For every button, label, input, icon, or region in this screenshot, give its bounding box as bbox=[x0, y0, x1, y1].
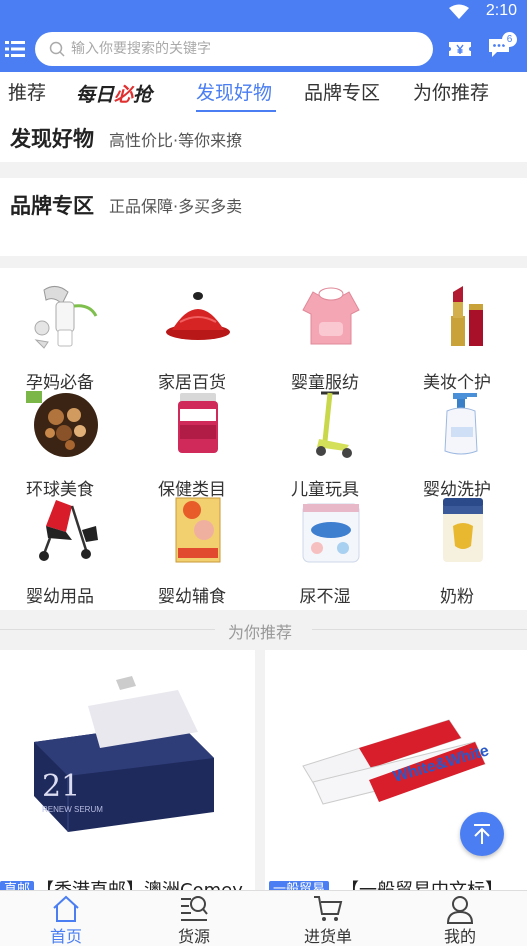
category-item[interactable]: 环球美食 bbox=[0, 389, 132, 500]
home-icon bbox=[53, 895, 79, 922]
recommend-heading: 为你推荐 bbox=[227, 623, 292, 642]
wifi-icon bbox=[449, 4, 469, 19]
nav-cart-label: 进货单 bbox=[303, 927, 352, 946]
category-item[interactable]: 孕妈必备 bbox=[0, 282, 132, 393]
product-title: 【香港直邮】澳洲Comey bbox=[36, 876, 243, 890]
divider-line-right bbox=[312, 629, 527, 630]
bottom-nav: 首页 货源 进货单 我的 bbox=[0, 890, 527, 946]
tab-discover[interactable]: 发现好物 bbox=[196, 78, 272, 105]
category-label: 婴幼用品 bbox=[26, 587, 94, 607]
cart-icon bbox=[314, 896, 343, 921]
diaper-pack-icon bbox=[302, 503, 360, 563]
brand-subtitle: 正品保障·多买多卖 bbox=[109, 197, 243, 216]
coupon-icon[interactable] bbox=[448, 40, 472, 58]
search-row: 6 bbox=[0, 31, 527, 67]
channel-tabs: 推荐 每日必抢 发现好物 品牌专区 为你推荐 bbox=[0, 72, 527, 112]
product-title: 【一般贸易中文标】 bbox=[341, 876, 503, 890]
category-label: 尿不湿 bbox=[299, 587, 351, 607]
nav-profile[interactable]: 我的 bbox=[394, 891, 526, 946]
message-count-badge: 6 bbox=[502, 32, 517, 47]
category-label: 婴幼辅食 bbox=[158, 587, 226, 607]
category-item[interactable]: 尿不湿 bbox=[265, 496, 397, 607]
search-icon bbox=[49, 41, 65, 57]
baby-bib-icon bbox=[302, 287, 360, 345]
category-grid: 孕妈必备 家居百货 婴童服纺 美妆个护 环球美食 保健类目 儿童玩具 婴幼洗护 … bbox=[0, 268, 527, 610]
tab-daily-deals-part1: 每日 bbox=[76, 84, 115, 106]
search-list-icon bbox=[181, 896, 208, 921]
nav-home[interactable]: 首页 bbox=[0, 891, 132, 946]
tab-recommend[interactable]: 推荐 bbox=[8, 78, 46, 105]
discover-section[interactable]: 发现好物 高性价比·等你来撩 bbox=[0, 112, 527, 162]
tab-for-you[interactable]: 为你推荐 bbox=[413, 78, 489, 105]
category-label: 奶粉 bbox=[440, 587, 474, 607]
nav-home-label: 首页 bbox=[49, 927, 82, 946]
back-to-top-button[interactable] bbox=[460, 812, 504, 856]
search-input[interactable] bbox=[71, 38, 421, 60]
status-bar: 2:10 bbox=[0, 0, 527, 26]
nav-source-label: 货源 bbox=[177, 927, 210, 946]
category-item[interactable]: 保健类目 bbox=[132, 389, 264, 500]
category-item[interactable]: 婴童服纺 bbox=[265, 282, 397, 393]
category-item[interactable]: 婴幼洗护 bbox=[397, 389, 527, 500]
product-badge: 一般贸易 bbox=[269, 881, 330, 890]
category-item[interactable]: 儿童玩具 bbox=[265, 389, 397, 500]
category-item[interactable]: 婴幼用品 bbox=[0, 496, 132, 607]
tab-daily-deals-part2: 必 bbox=[114, 84, 134, 106]
baby-lotion-icon bbox=[444, 393, 478, 455]
category-item[interactable]: 婴幼辅食 bbox=[132, 496, 264, 607]
category-item[interactable]: 家居百货 bbox=[132, 282, 264, 393]
status-time: 2:10 bbox=[485, 2, 517, 19]
formula-can-icon bbox=[443, 498, 483, 562]
tagine-pot-icon bbox=[166, 292, 230, 340]
nav-cart[interactable]: 进货单 bbox=[262, 891, 394, 946]
tab-daily-deals-part3: 抢 bbox=[133, 84, 153, 106]
search-box[interactable] bbox=[35, 32, 433, 66]
tab-daily-deals[interactable]: 每日必抢 bbox=[76, 80, 152, 107]
product-card[interactable]: 21 RENEW SERUM 直邮 【香港直邮】澳洲Comey bbox=[0, 650, 255, 890]
product-badge: 直邮 bbox=[0, 881, 35, 890]
category-item[interactable]: 奶粉 bbox=[397, 496, 527, 607]
category-menu-icon[interactable] bbox=[5, 40, 25, 58]
tab-brand-zone[interactable]: 品牌专区 bbox=[304, 78, 380, 105]
nav-source[interactable]: 货源 bbox=[128, 891, 260, 946]
app-screen: 2:10 6 bbox=[0, 0, 527, 946]
brand-section[interactable]: 品牌专区 正品保障·多买多卖 bbox=[0, 178, 527, 256]
mixed-nuts-icon bbox=[26, 391, 98, 457]
discover-title: 发现好物 bbox=[10, 127, 94, 151]
category-item[interactable]: 美妆个护 bbox=[397, 282, 527, 393]
breast-pump-icon bbox=[34, 286, 98, 349]
supplement-bottle-icon bbox=[178, 393, 218, 453]
top-header: 2:10 6 bbox=[0, 0, 527, 72]
lipstick-icon bbox=[451, 286, 483, 346]
serum-box-number: 21 bbox=[42, 769, 80, 804]
stroller-icon bbox=[39, 500, 98, 561]
serum-box-image: 21 RENEW SERUM bbox=[34, 676, 214, 832]
toothpaste-image: White&White bbox=[302, 719, 489, 805]
kick-scooter-icon bbox=[316, 391, 352, 458]
cereal-box-icon bbox=[175, 497, 221, 563]
user-icon bbox=[446, 896, 474, 924]
serum-box-label: RENEW SERUM bbox=[42, 805, 103, 814]
nav-profile-label: 我的 bbox=[443, 927, 476, 946]
arrow-up-icon bbox=[474, 824, 490, 844]
brand-title: 品牌专区 bbox=[10, 194, 94, 218]
recommend-divider: 为你推荐 bbox=[0, 612, 527, 646]
discover-subtitle: 高性价比·等你来撩 bbox=[109, 131, 243, 150]
